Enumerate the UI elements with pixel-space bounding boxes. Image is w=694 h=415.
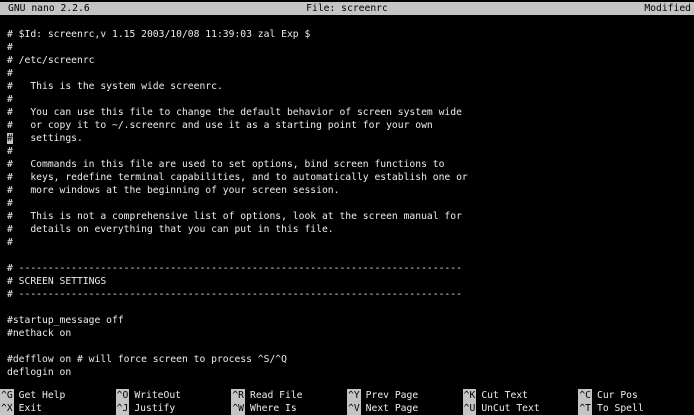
text-cursor: # <box>7 133 13 144</box>
editor-line[interactable]: deflogin on <box>0 366 694 379</box>
shortcut-prev-page: ^Y Prev Page <box>347 389 463 402</box>
shortcut-key: ^Y <box>347 389 361 402</box>
editor-line[interactable]: # <box>0 145 694 158</box>
shortcut-label: WriteOut <box>134 390 181 401</box>
editor-line[interactable]: # settings. <box>0 132 694 145</box>
shortcut-read-file: ^R Read File <box>231 389 347 402</box>
editor-line[interactable]: # You can use this file to change the de… <box>0 106 694 119</box>
shortcut-cur-pos: ^C Cur Pos <box>578 389 694 402</box>
shortcut-key: ^O <box>116 389 130 402</box>
editor-line[interactable]: # This is not a comprehensive list of op… <box>0 210 694 223</box>
shortcut-label: To Spell <box>597 403 644 414</box>
editor-line[interactable]: # details on everything that you can put… <box>0 223 694 236</box>
editor-line[interactable]: # or copy it to ~/.screenrc and use it a… <box>0 119 694 132</box>
editor-line[interactable]: # <box>0 197 694 210</box>
editor-area[interactable]: # $Id: screenrc,v 1.15 2003/10/08 11:39:… <box>0 28 694 379</box>
editor-line[interactable]: #startup_message off <box>0 314 694 327</box>
shortcut-label: Read File <box>250 390 303 401</box>
shortcut-to-spell: ^T To Spell <box>578 402 694 415</box>
shortcut-key: ^J <box>116 402 130 415</box>
shortcut-uncut-text: ^U UnCut Text <box>463 402 579 415</box>
editor-line[interactable]: # Commands in this file are used to set … <box>0 158 694 171</box>
shortcut-label: Where Is <box>250 403 297 414</box>
nano-titlebar: GNU nano 2.2.6 File: screenrc Modified <box>0 2 694 15</box>
shortcut-where-is: ^W Where Is <box>231 402 347 415</box>
shortcut-label: Exit <box>19 403 42 414</box>
shortcut-row1: ^G Get Help ^O WriteOut ^R Read File ^Y Prev Pa… <box>0 389 694 402</box>
editor-line[interactable] <box>0 340 694 353</box>
shortcut-key: ^C <box>578 389 592 402</box>
shortcut-exit: ^X Exit <box>0 402 116 415</box>
shortcut-key: ^W <box>231 402 245 415</box>
editor-line[interactable]: # keys, redefine terminal capabilities, … <box>0 171 694 184</box>
editor-line[interactable]: # <box>0 236 694 249</box>
shortcut-next-page: ^V Next Page <box>347 402 463 415</box>
shortcut-key: ^R <box>231 389 245 402</box>
shortcut-key: ^K <box>463 389 477 402</box>
editor-line[interactable] <box>0 301 694 314</box>
shortcut-label: Get Help <box>19 390 66 401</box>
modified-indicator: Modified <box>644 2 691 15</box>
editor-line[interactable]: #defflow on # will force screen to proce… <box>0 353 694 366</box>
shortcut-key: ^T <box>578 402 592 415</box>
shortcut-label: Next Page <box>366 403 419 414</box>
nano-terminal[interactable]: GNU nano 2.2.6 File: screenrc Modified #… <box>0 0 694 415</box>
editor-line[interactable]: # --------------------------------------… <box>0 288 694 301</box>
shortcut-label: Justify <box>134 403 175 414</box>
shortcut-writeout: ^O WriteOut <box>116 389 232 402</box>
shortcut-key: ^X <box>0 402 14 415</box>
editor-line[interactable]: # <box>0 67 694 80</box>
shortcut-get-help: ^G Get Help <box>0 389 116 402</box>
editor-line[interactable]: # <box>0 41 694 54</box>
editor-line[interactable]: # more windows at the beginning of your … <box>0 184 694 197</box>
shortcut-justify: ^J Justify <box>116 402 232 415</box>
shortcut-label: UnCut Text <box>481 403 539 414</box>
file-name-label: File: screenrc <box>0 2 694 15</box>
editor-line[interactable]: # --------------------------------------… <box>0 262 694 275</box>
shortcut-label: Prev Page <box>366 390 419 401</box>
editor-line[interactable]: #nethack on <box>0 327 694 340</box>
editor-line[interactable]: # This is the system wide screenrc. <box>0 80 694 93</box>
editor-line[interactable] <box>0 249 694 262</box>
shortcut-cut-text: ^K Cut Text <box>463 389 579 402</box>
editor-line[interactable]: # <box>0 93 694 106</box>
shortcut-label: Cur Pos <box>597 390 638 401</box>
shortcut-label: Cut Text <box>481 390 528 401</box>
shortcut-key: ^U <box>463 402 477 415</box>
editor-line[interactable]: # /etc/screenrc <box>0 54 694 67</box>
editor-line[interactable]: # SCREEN SETTINGS <box>0 275 694 288</box>
shortcut-key: ^V <box>347 402 361 415</box>
shortcut-row2: ^X Exit ^J Justify ^W Where Is ^V Next Page ^U Un… <box>0 402 694 415</box>
editor-line[interactable]: # $Id: screenrc,v 1.15 2003/10/08 11:39:… <box>0 28 694 41</box>
shortcut-key: ^G <box>0 389 14 402</box>
